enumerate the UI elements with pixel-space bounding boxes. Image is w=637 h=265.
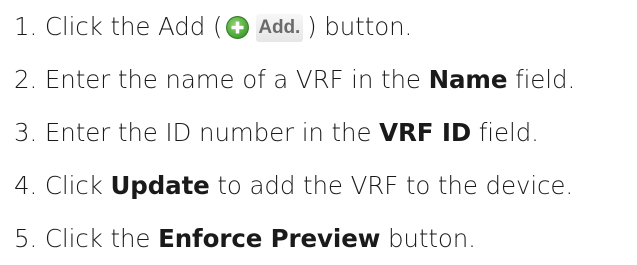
add-button-label: Add. bbox=[256, 13, 304, 42]
field-vrf-id-label: VRF ID bbox=[379, 118, 472, 147]
step-number: 1. bbox=[14, 12, 38, 41]
plus-circle-icon bbox=[226, 16, 250, 39]
step-4: 4. Click Update to add the VRF to the de… bbox=[14, 159, 575, 212]
add-button[interactable]: Add. bbox=[223, 13, 306, 43]
step-2: 2. Enter the name of a VRF in the Name f… bbox=[14, 53, 575, 106]
step-text-before: Enter the name of a VRF in the bbox=[44, 65, 429, 94]
step-number: 3. bbox=[14, 118, 38, 147]
step-text-before: Click bbox=[44, 171, 111, 200]
step-text-before: Enter the ID number in the bbox=[44, 118, 380, 147]
step-number: 5. bbox=[14, 224, 38, 253]
step-text-before: Click the Add ( bbox=[44, 12, 223, 41]
instruction-steps: 1. Click the Add ( Add.) button. 2. Ente… bbox=[14, 0, 575, 265]
step-text-before: Click the bbox=[44, 224, 159, 253]
step-1: 1. Click the Add ( Add.) button. bbox=[14, 0, 575, 53]
step-text-after: field. bbox=[507, 65, 576, 94]
step-5: 5. Click the Enforce Preview button. bbox=[14, 212, 575, 265]
field-name-label: Name bbox=[428, 65, 508, 94]
enforce-preview-button-label: Enforce Preview bbox=[158, 224, 381, 253]
step-text-after: field. bbox=[471, 118, 539, 147]
step-number: 2. bbox=[14, 65, 38, 94]
step-text-after: to add the VRF to the device. bbox=[209, 171, 574, 200]
step-3: 3. Enter the ID number in the VRF ID fie… bbox=[14, 106, 575, 159]
step-number: 4. bbox=[14, 171, 38, 200]
step-text-after: button. bbox=[380, 224, 476, 253]
update-button-label: Update bbox=[110, 171, 210, 200]
step-text-after: ) button. bbox=[307, 12, 413, 41]
